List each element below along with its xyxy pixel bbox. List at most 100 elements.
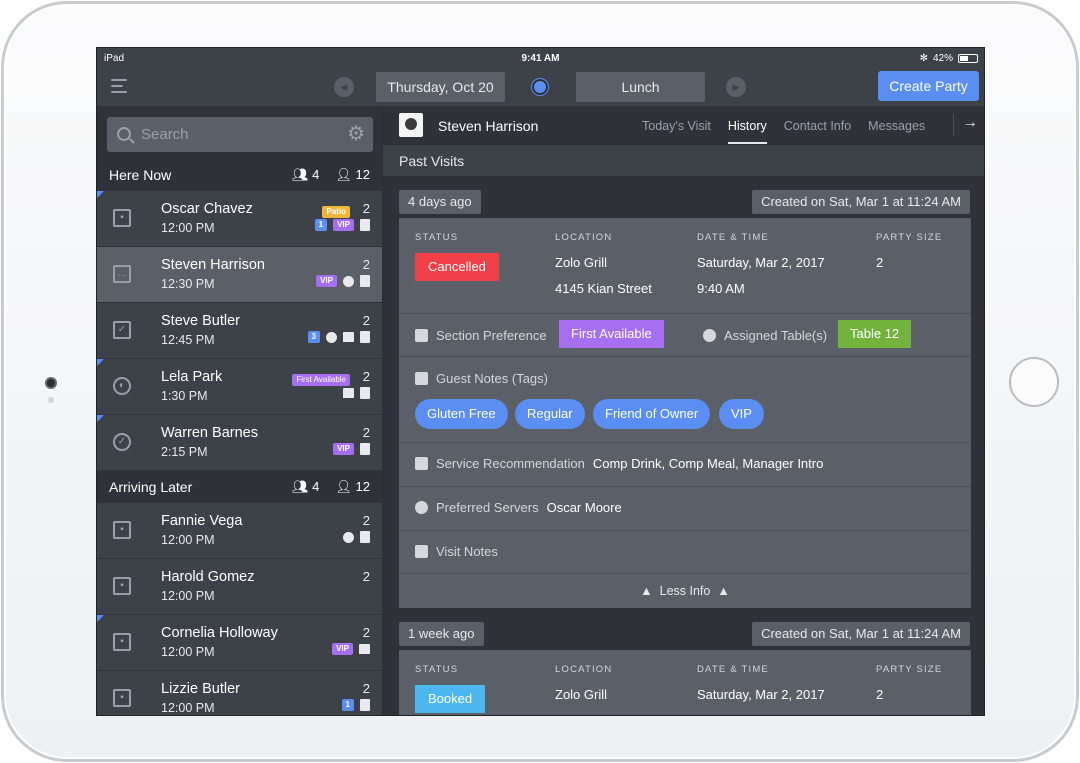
note-icon [360,331,370,343]
search-placeholder: Search [141,126,189,143]
covers-count: 👤︎ 12 [335,167,370,182]
layout-icon [415,328,428,342]
reservation-time: 12:45 PM [161,333,215,347]
past-visits-title: Past Visits [383,144,984,176]
reservation-time: 12:30 PM [161,277,215,291]
chevron-up-icon: ▲ [717,584,730,598]
next-day-icon[interactable]: ▶ [726,77,746,97]
visit-notes-label: Visit Notes [436,544,498,559]
top-navbar: ◀ Thursday, Oct 20 Lunch ▶ Create Party [97,68,984,106]
list-item[interactable]: ▪ Harold Gomez 12:00 PM 2 [97,559,382,615]
location-label: LOCATION [555,664,613,675]
visit-count-badge: 3 [307,331,320,343]
calendar-icon: ▪ [113,577,131,595]
list-item[interactable]: ✓ Steve Butler 12:45 PM 2 3 [97,303,382,359]
guest-header: Steven Harrison Today's Visit History Co… [383,106,984,144]
list-item[interactable]: ▪ Cornelia Holloway 12:00 PM 2 VIP [97,615,382,671]
location-name: Zolo Grill [555,687,608,702]
home-button[interactable] [1009,357,1059,407]
vip-badge: VIP [333,443,354,455]
parties-count: 👥︎ 4 [292,167,320,182]
guest-name: Lizzie Butler [161,681,240,697]
here-now-header: Here Now 👥︎ 4 👤︎ 12 [97,159,382,191]
datetime-label: DATE & TIME [697,664,769,675]
service-recommendation-label: Service Recommendation [436,456,585,471]
visit-created-label: Created on Sat, Mar 1 at 11:24 AM [752,622,970,646]
less-info-button[interactable]: ▲ Less Info ▲ [399,584,971,598]
party-size: 2 [362,369,370,384]
tag-gluten-free[interactable]: Gluten Free [415,399,508,429]
past-visits-list: 4 days ago Created on Sat, Mar 1 at 11:2… [383,176,984,715]
visit-age-label: 4 days ago [399,190,481,214]
section-title: Here Now [109,167,172,183]
flag-icon [97,359,104,366]
gear-icon[interactable]: ⚙ [347,117,365,152]
list-item[interactable]: ▪ Lizzie Butler 12:00 PM 2 1 [97,671,382,715]
shift-selector[interactable]: Lunch [576,72,705,102]
note-icon [360,387,370,399]
vip-badge: VIP [332,643,353,655]
alert-icon [343,275,354,287]
visit-count-badge: 1 [341,699,354,711]
tag-friend-of-owner[interactable]: Friend of Owner [593,399,711,429]
note-icon [360,531,370,543]
location-name: Zolo Grill [555,255,608,270]
guest-detail-panel: Steven Harrison Today's Visit History Co… [382,106,984,715]
screen: iPad 9:41 AM ✻ 42% ◀ Thursday, Oct 20 Lun… [96,47,985,716]
party-size-label: PARTY SIZE [876,232,943,243]
chat-icon: … [113,265,131,283]
list-item[interactable]: … Steven Harrison 12:30 PM 2 VIP [97,247,382,303]
tag-vip[interactable]: VIP [719,399,764,429]
party-size: 2 [362,313,370,328]
arrow-right-icon[interactable]: → [953,114,978,136]
list-item[interactable]: ▪ Oscar Chavez 12:00 PM 2 Patio 1 VIP [97,191,382,247]
table-icon [703,328,716,342]
location-label: LOCATION [555,232,613,243]
calendar-icon: ▪ [113,209,131,227]
tab-history[interactable]: History [727,106,767,144]
check-circle-icon: ✓ [113,433,131,451]
hamburger-menu-icon[interactable] [111,79,127,93]
tag-list: Gluten Free Regular Friend of Owner VIP [415,399,955,429]
table-chip: Table 12 [838,320,912,348]
guest-name: Fannie Vega [161,513,243,529]
divider [399,313,971,314]
reservation-time: 12:00 PM [161,701,215,715]
list-item[interactable]: ✓ Warren Barnes 2:15 PM 2 VIP [97,415,382,471]
datetime-label: DATE & TIME [697,232,769,243]
reservation-time: 12:00 PM [161,589,215,603]
reservation-time: 2:15 PM [161,445,208,459]
visit-count-badge: 1 [314,219,328,231]
list-item[interactable]: ▪ Fannie Vega 12:00 PM 2 [97,503,382,559]
section-preference-chip: First Available [559,320,664,348]
list-item[interactable]: ◐ Lela Park 1:30 PM 2 First Available [97,359,382,415]
tab-todays-visit[interactable]: Today's Visit [642,106,711,144]
live-indicator-icon[interactable] [532,79,548,95]
person-icon [415,501,428,514]
status-badge: Booked [415,685,486,713]
guest-name: Steve Butler [161,313,240,329]
reservation-time: 1:30 PM [161,389,208,403]
party-size: 2 [362,569,370,584]
reservation-time: 12:00 PM [161,221,215,235]
visit-date: Saturday, Mar 2, 2017 [697,255,825,270]
visit-time: 9:40 AM [697,281,745,296]
tab-contact-info[interactable]: Contact Info [784,106,851,144]
tag-regular[interactable]: Regular [515,399,585,429]
arriving-later-header: Arriving Later 👥︎ 4 👤︎ 12 [97,471,382,503]
alert-icon [326,331,337,343]
create-party-button[interactable]: Create Party [878,71,979,101]
battery-icon [958,54,978,63]
clock: 9:41 AM [521,53,560,64]
tab-messages[interactable]: Messages [868,106,925,144]
covers-count: 👤︎ 12 [335,479,370,494]
flag-icon [97,191,104,198]
party-size: 2 [362,425,370,440]
date-selector[interactable]: Thursday, Oct 20 [376,72,505,102]
patio-badge: Patio [322,206,350,218]
search-input[interactable]: Search ⚙ [107,117,373,152]
chevron-up-icon: ▲ [640,584,653,598]
party-size-label: PARTY SIZE [876,664,943,675]
prev-day-icon[interactable]: ◀ [334,77,354,97]
camera-icon [45,377,57,389]
